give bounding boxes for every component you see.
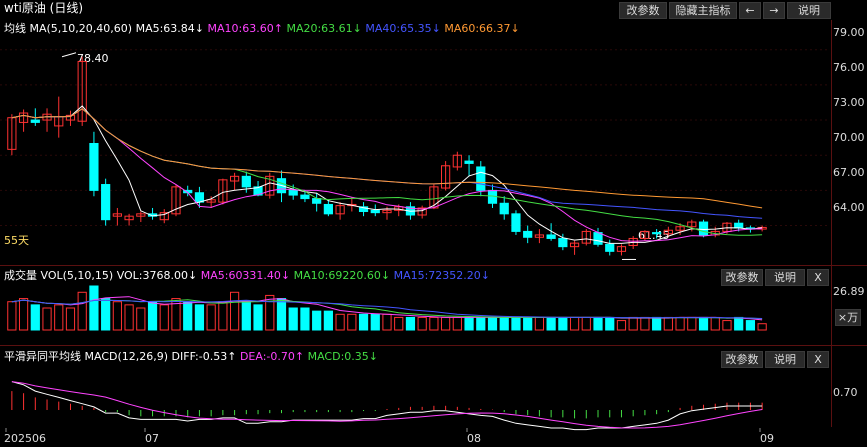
volume-bar xyxy=(370,313,380,331)
candle-body xyxy=(546,234,556,239)
volume-bar xyxy=(558,316,568,331)
volume-bar xyxy=(218,301,228,331)
volume-ma-line xyxy=(11,299,763,320)
volume-bar xyxy=(206,304,216,331)
volume-bar xyxy=(417,316,427,331)
candle-body xyxy=(558,237,568,248)
volume-bar xyxy=(616,320,627,331)
candle-body xyxy=(288,189,298,196)
volume-bar xyxy=(476,316,486,331)
volume-bar xyxy=(687,316,697,331)
volume-bar xyxy=(640,316,650,331)
volume-bar xyxy=(276,298,287,331)
volume-bar xyxy=(441,316,451,331)
volume-bar xyxy=(30,304,40,331)
volume-bar xyxy=(663,316,673,331)
volume-bar xyxy=(194,304,205,331)
volume-bar xyxy=(18,298,29,331)
volume-bar xyxy=(593,316,603,331)
dea-line xyxy=(11,381,763,429)
candle-body xyxy=(30,119,40,123)
volume-bar xyxy=(534,316,545,331)
chart-canvas xyxy=(0,49,830,432)
candle-body xyxy=(89,143,99,191)
candle-body xyxy=(652,232,662,235)
volume-bar xyxy=(405,316,416,331)
candle-body xyxy=(464,160,474,164)
volume-bar xyxy=(523,316,533,331)
volume-bar xyxy=(253,304,263,331)
volume-bar xyxy=(323,310,333,331)
volume-bar xyxy=(288,307,298,331)
volume-bar xyxy=(241,301,251,331)
candle-body xyxy=(476,166,486,191)
volume-bar xyxy=(77,291,87,331)
volume-bar xyxy=(358,313,369,331)
volume-bar xyxy=(65,307,76,331)
volume-bar xyxy=(159,304,169,331)
high-marker xyxy=(61,52,77,58)
ma10-line xyxy=(11,108,763,242)
candle-body xyxy=(605,243,615,252)
volume-bar xyxy=(675,316,685,331)
volume-bar xyxy=(54,304,64,331)
candle-body xyxy=(370,209,380,214)
candle-body xyxy=(300,194,310,200)
volume-bar xyxy=(499,316,509,331)
volume-bar xyxy=(698,316,709,331)
candle-body xyxy=(698,221,709,236)
volume-ma-line xyxy=(11,296,763,321)
candle-body xyxy=(523,230,533,238)
volume-bar xyxy=(710,316,720,331)
volume-bar xyxy=(464,316,474,331)
candle-body xyxy=(101,184,111,221)
candle-body xyxy=(194,192,205,203)
volume-bar xyxy=(42,307,52,331)
volume-bar xyxy=(183,301,193,331)
volume-bar xyxy=(452,316,462,331)
volume-bar xyxy=(7,301,17,331)
candle-body xyxy=(593,232,603,245)
volume-bar xyxy=(745,320,756,331)
volume-bar xyxy=(722,320,732,331)
volume-bar xyxy=(605,316,615,331)
ma40-line xyxy=(11,108,763,219)
volume-bar xyxy=(136,307,146,331)
volume-bar xyxy=(652,316,662,331)
volume-bar xyxy=(569,316,580,331)
volume-bar xyxy=(628,316,638,331)
candle-body xyxy=(499,202,509,215)
volume-bar xyxy=(382,313,392,331)
volume-bar xyxy=(124,304,134,331)
candle-body xyxy=(734,222,744,229)
volume-bar xyxy=(581,316,591,331)
volume-bar xyxy=(347,313,357,331)
volume-bar xyxy=(312,310,322,331)
volume-bar xyxy=(429,316,439,331)
ma60-line xyxy=(11,108,763,209)
volume-bar xyxy=(147,301,158,331)
volume-bar xyxy=(335,313,345,331)
diff-line xyxy=(11,381,763,431)
volume-bar xyxy=(89,285,99,331)
candle-body xyxy=(511,213,521,232)
volume-bar xyxy=(546,316,556,331)
volume-ma-line xyxy=(11,299,763,319)
volume-bar xyxy=(229,291,240,331)
volume-bar xyxy=(511,316,521,331)
volume-bar xyxy=(300,307,310,331)
volume-bar xyxy=(734,316,744,331)
volume-bar xyxy=(101,298,111,331)
candle-body xyxy=(241,175,251,188)
candle-body xyxy=(312,198,322,204)
volume-bar xyxy=(112,301,122,331)
candle-body xyxy=(323,203,333,215)
ma5-line xyxy=(11,105,763,244)
volume-bar xyxy=(757,323,767,331)
volume-bar xyxy=(394,316,404,331)
volume-bar xyxy=(487,316,498,331)
